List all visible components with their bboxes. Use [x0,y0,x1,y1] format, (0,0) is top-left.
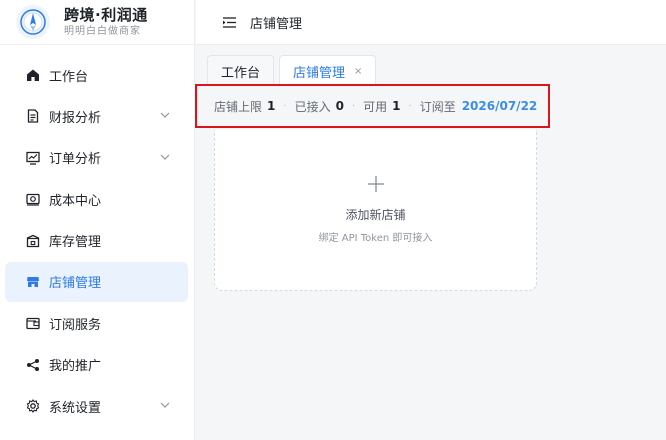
chevron-down-icon[interactable] [158,398,172,412]
connected-value: 0 [335,99,344,113]
shop-quota-summary: 店铺上限 1 · 已接入 0 · 可用 1 · 订阅至 2026/07/22 [195,84,550,128]
sidebar-item-financial-report[interactable]: 财报分析 [5,96,188,136]
compass-logo-icon [16,5,50,39]
home-icon [25,67,41,83]
separator: · [408,100,412,112]
available-value: 1 [392,99,401,113]
sidebar-item-label: 订阅服务 [49,317,102,333]
sidebar-item-inventory[interactable]: 库存管理 [5,221,188,261]
sidebar-item-cost-center[interactable]: 成本中心 [5,179,188,219]
add-shop-title: 添加新店铺 [345,208,406,222]
limit-label: 店铺上限 [214,99,263,114]
tab-bar: 工作台 店铺管理 × [207,55,381,87]
sidebar-item-system-settings[interactable]: 系统设置 [5,386,188,426]
sidebar-item-label: 财报分析 [49,110,102,126]
available-label: 可用 [363,99,388,114]
sidebar-item-label: 库存管理 [49,235,102,251]
tab-label: 工作台 [221,66,261,81]
menu-fold-icon[interactable] [222,15,236,29]
close-icon[interactable]: × [354,66,362,77]
box-icon [25,233,41,249]
sidebar-item-label: 我的推广 [49,359,102,375]
tab-workbench[interactable]: 工作台 [207,55,275,87]
sidebar-item-promotion[interactable]: 我的推广 [5,345,188,385]
chevron-down-icon[interactable] [158,108,172,122]
sidebar-item-label: 订单分析 [49,152,102,168]
separator: · [351,100,356,112]
report-doc-icon [25,108,41,124]
top-header: 店铺管理 [196,0,666,45]
tab-shop-management[interactable]: 店铺管理 × [279,55,377,87]
sidebar-item-label: 工作台 [49,69,89,85]
sidebar-item-label: 系统设置 [49,400,102,416]
camera-icon [25,191,41,207]
limit-value: 1 [267,99,276,113]
sidebar-item-shop-management[interactable]: 店铺管理 [5,261,188,302]
sidebar-item-order-analysis[interactable]: 订单分析 [5,138,188,178]
subscribe-date: 2026/07/22 [461,99,538,113]
wallet-icon [25,315,41,331]
brand[interactable]: 跨境·利润通 明明白白做商家 [0,0,195,45]
add-shop-card[interactable]: 添加新店铺 绑定 API Token 即可接入 [214,130,537,291]
sidebar-item-workbench[interactable]: 工作台 [5,55,188,95]
tab-label: 店铺管理 [293,66,346,81]
chevron-down-icon[interactable] [158,150,172,164]
brand-name: 跨境·利润通 [64,5,148,24]
chart-board-icon [25,150,41,166]
sidebar-item-subscription[interactable]: 订阅服务 [5,303,188,343]
connected-label: 已接入 [294,99,331,114]
separator: · [283,100,287,112]
plus-icon [366,174,386,194]
page-title: 店铺管理 [250,16,303,32]
sidebar-item-label: 成本中心 [49,193,102,209]
shop-icon [25,274,41,290]
sidebar-item-label: 店铺管理 [49,276,102,292]
subscribe-label: 订阅至 [419,99,456,114]
share-icon [25,357,41,373]
sidebar: 跨境·利润通 明明白白做商家 工作台 财报分析 订单分析 成本中心 库存管理 店… [0,0,195,440]
brand-tagline: 明明白白做商家 [64,25,141,37]
add-shop-subtitle: 绑定 API Token 即可接入 [318,233,433,244]
sidebar-nav: 工作台 财报分析 订单分析 成本中心 库存管理 店铺管理 订阅服务 我的推广 系… [0,55,195,428]
gear-icon [25,398,41,414]
